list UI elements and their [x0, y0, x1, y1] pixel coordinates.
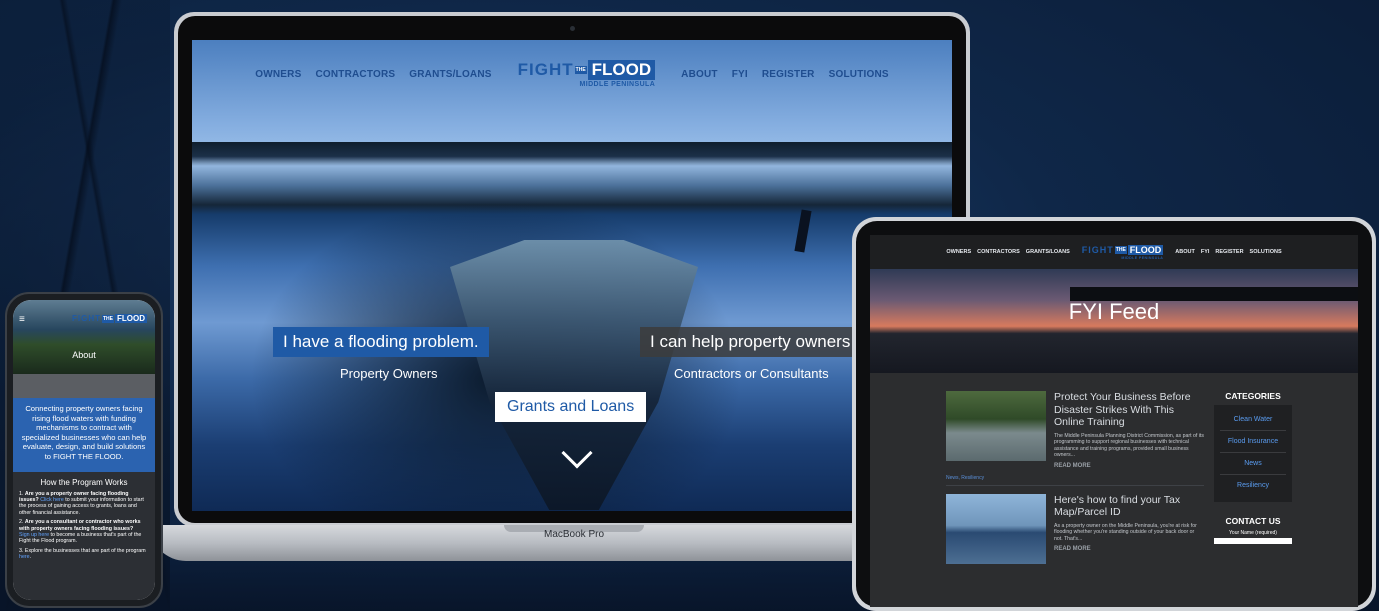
- nav-about[interactable]: ABOUT: [681, 69, 718, 80]
- nav-fyi[interactable]: FYI: [732, 69, 748, 80]
- nav-owners[interactable]: OWNERS: [255, 69, 301, 80]
- nav-grants-loans[interactable]: GRANTS/LOANS: [409, 69, 491, 80]
- step-text: Explore the businesses that are part of …: [24, 547, 146, 554]
- nav-grants-loans[interactable]: GRANTS/LOANS: [1026, 249, 1070, 255]
- nav-about[interactable]: ABOUT: [1175, 249, 1195, 255]
- nav-solutions[interactable]: SOLUTIONS: [829, 69, 889, 80]
- program-steps: How the Program Works 1. Are you a prope…: [13, 471, 155, 600]
- post-card[interactable]: Here's how to find your Tax Map/Parcel I…: [946, 493, 1204, 564]
- step-number: 3.: [19, 547, 24, 554]
- program-steps-title: How the Program Works: [40, 477, 128, 487]
- boat-image: [450, 240, 698, 510]
- site-logo[interactable]: FIGHT THE FLOOD MIDDLE PENINSULA: [1081, 244, 1164, 260]
- laptop-device: OWNERS CONTRACTORS GRANTS/LOANS FIGHT TH…: [174, 12, 970, 527]
- name-field-label: Your Name (required): [1229, 530, 1277, 536]
- logo-subtitle: MIDDLE PENINSULA: [1121, 255, 1164, 260]
- logo-fight-text: FIGHT: [517, 60, 574, 79]
- contact-widget: CONTACT US Your Name (required): [1214, 516, 1292, 544]
- nav-contractors[interactable]: CONTRACTORS: [977, 249, 1020, 255]
- logo-flood-text: FLOOD: [1127, 244, 1164, 255]
- post-thumbnail[interactable]: [946, 493, 1046, 564]
- read-more-link[interactable]: READ MORE: [1054, 463, 1204, 469]
- grants-loans-button[interactable]: Grants and Loans: [495, 392, 647, 422]
- step-number: 1.: [19, 490, 24, 497]
- category-flood-insurance[interactable]: Flood Insurance: [1220, 431, 1286, 453]
- step-link[interactable]: Sign up here: [19, 532, 49, 538]
- categories-heading: CATEGORIES: [1225, 391, 1281, 401]
- phone-page-title: About: [72, 350, 96, 360]
- step-link[interactable]: Click here: [40, 497, 64, 503]
- contact-heading: CONTACT US: [1225, 516, 1281, 526]
- logo-the-text: THE: [102, 314, 114, 323]
- site-logo[interactable]: FIGHT THE FLOOD MIDDLE PENINSULA: [518, 60, 656, 88]
- phone-device: ≡ FIGHT THE FLOOD About Connecting prope…: [5, 292, 163, 608]
- tablet-bezel: OWNERS CONTRACTORS GRANTS/LOANS FIGHT TH…: [856, 221, 1372, 607]
- logo-fight-text: FIGHT: [72, 314, 101, 323]
- post-title[interactable]: Here's how to find your Tax Map/Parcel I…: [1054, 494, 1204, 519]
- phone-intro-text: Connecting property owners facing rising…: [13, 398, 155, 472]
- step-question: Are you a consultant or contractor who w…: [19, 519, 141, 532]
- treeline: [192, 142, 952, 166]
- nav-register[interactable]: REGISTER: [1215, 249, 1243, 255]
- laptop-screen: OWNERS CONTRACTORS GRANTS/LOANS FIGHT TH…: [192, 40, 952, 511]
- camera-icon: [570, 26, 575, 31]
- tablet-screen: OWNERS CONTRACTORS GRANTS/LOANS FIGHT TH…: [870, 235, 1358, 607]
- logo-the-text: THE: [1114, 245, 1127, 254]
- nav-contractors[interactable]: CONTRACTORS: [315, 69, 395, 80]
- tablet-main-nav: OWNERS CONTRACTORS GRANTS/LOANS FIGHT TH…: [870, 235, 1358, 269]
- post-card[interactable]: Protect Your Business Before Disaster St…: [946, 391, 1204, 469]
- hamburger-menu-icon[interactable]: ≡: [19, 314, 25, 325]
- laptop-main-nav: OWNERS CONTRACTORS GRANTS/LOANS FIGHT TH…: [192, 54, 952, 94]
- step-link[interactable]: here: [19, 554, 30, 560]
- fyi-content: Protect Your Business Before Disaster St…: [870, 373, 1358, 570]
- phone-screen: ≡ FIGHT THE FLOOD About Connecting prope…: [13, 300, 155, 600]
- logo-subtitle: MIDDLE PENINSULA: [579, 81, 656, 88]
- post-excerpt: The Middle Peninsula Planning District C…: [1054, 432, 1204, 459]
- post-tags[interactable]: News, Resiliency: [946, 475, 1204, 486]
- nav-register[interactable]: REGISTER: [762, 69, 815, 80]
- phone-hero: ≡ FIGHT THE FLOOD About: [13, 300, 155, 374]
- phone-logo[interactable]: FIGHT THE FLOOD: [72, 314, 147, 323]
- categories-list: Clean Water Flood Insurance News Resilie…: [1214, 405, 1292, 502]
- category-news[interactable]: News: [1220, 453, 1286, 475]
- program-step-1: 1. Are you a property owner facing flood…: [19, 491, 149, 517]
- nav-fyi[interactable]: FYI: [1201, 249, 1210, 255]
- post-thumbnail[interactable]: [946, 391, 1046, 461]
- program-step-2: 2. Are you a consultant or contractor wh…: [19, 519, 149, 545]
- post-excerpt: As a property owner on the Middle Penins…: [1054, 522, 1197, 542]
- nav-solutions[interactable]: SOLUTIONS: [1250, 249, 1282, 255]
- owner-cta-caption: Property Owners: [340, 366, 438, 381]
- post-title[interactable]: Protect Your Business Before Disaster St…: [1054, 391, 1204, 429]
- phone-divider-band: [13, 374, 155, 398]
- sidebar: CATEGORIES Clean Water Flood Insurance N…: [1214, 391, 1292, 570]
- wooden-post-image: [794, 209, 812, 253]
- logo-flood-text: FLOOD: [115, 314, 147, 323]
- read-more-link[interactable]: READ MORE: [1054, 546, 1204, 552]
- fyi-hero: FYI Feed: [870, 269, 1358, 373]
- step-number: 2.: [19, 519, 24, 526]
- name-field[interactable]: [1214, 538, 1292, 544]
- nav-owners[interactable]: OWNERS: [946, 249, 971, 255]
- laptop-bezel: OWNERS CONTRACTORS GRANTS/LOANS FIGHT TH…: [178, 16, 966, 523]
- program-step-3: 3. Explore the businesses that are part …: [19, 547, 146, 561]
- category-clean-water[interactable]: Clean Water: [1220, 409, 1286, 431]
- owner-cta-button[interactable]: I have a flooding problem.: [273, 327, 489, 357]
- tablet-device: OWNERS CONTRACTORS GRANTS/LOANS FIGHT TH…: [852, 217, 1376, 611]
- fyi-page-title: FYI Feed: [1068, 299, 1160, 324]
- contractor-cta-caption: Contractors or Consultants: [674, 366, 829, 381]
- logo-the-text: THE: [574, 66, 587, 74]
- post-list: Protect Your Business Before Disaster St…: [946, 391, 1204, 570]
- logo-flood-text: FLOOD: [587, 60, 656, 80]
- contractor-cta-button[interactable]: I can help property owners: [640, 327, 854, 357]
- logo-fight-text: FIGHT: [1081, 244, 1114, 255]
- category-resiliency[interactable]: Resiliency: [1220, 475, 1286, 496]
